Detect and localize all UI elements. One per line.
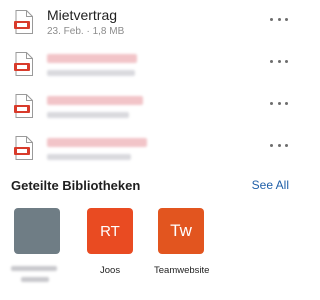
pdf-file-icon bbox=[14, 10, 34, 34]
redacted-file-name bbox=[47, 54, 137, 63]
more-options-button[interactable] bbox=[270, 56, 288, 66]
file-meta: 23. Feb. · 1,8 MB bbox=[47, 26, 125, 37]
section-title: Geteilte Bibliotheken bbox=[11, 178, 141, 193]
library-label: Teamwebsite bbox=[154, 265, 210, 276]
library-tile-redacted[interactable] bbox=[14, 208, 60, 254]
redacted-file-name bbox=[47, 96, 143, 105]
redacted-file-meta bbox=[47, 112, 129, 118]
recent-files-list: Mietvertrag 23. Feb. · 1,8 MB bbox=[0, 0, 300, 170]
library-tile-joos[interactable]: RT bbox=[87, 208, 133, 254]
files-screen: Mietvertrag 23. Feb. · 1,8 MB Geteilte B… bbox=[0, 0, 300, 300]
redacted-library-label bbox=[11, 266, 57, 271]
pdf-file-icon bbox=[14, 52, 34, 76]
file-row-redacted[interactable] bbox=[0, 86, 300, 128]
redacted-file-meta bbox=[47, 70, 135, 76]
more-options-button[interactable] bbox=[270, 14, 288, 24]
file-row-mietvertrag[interactable]: Mietvertrag 23. Feb. · 1,8 MB bbox=[0, 2, 300, 44]
more-options-button[interactable] bbox=[270, 98, 288, 108]
shared-libraries-header: Geteilte Bibliotheken See All bbox=[0, 178, 300, 198]
see-all-link[interactable]: See All bbox=[252, 178, 289, 192]
pdf-file-icon bbox=[14, 136, 34, 160]
redacted-library-label bbox=[21, 277, 49, 282]
file-row-redacted[interactable] bbox=[0, 44, 300, 86]
library-tile-teamwebsite[interactable]: Tw bbox=[158, 208, 204, 254]
redacted-file-meta bbox=[47, 154, 131, 160]
file-name: Mietvertrag bbox=[47, 7, 118, 23]
pdf-file-icon bbox=[14, 94, 34, 118]
file-row-redacted[interactable] bbox=[0, 128, 300, 170]
more-options-button[interactable] bbox=[270, 140, 288, 150]
redacted-file-name bbox=[47, 138, 147, 147]
library-label: Joos bbox=[100, 265, 121, 276]
